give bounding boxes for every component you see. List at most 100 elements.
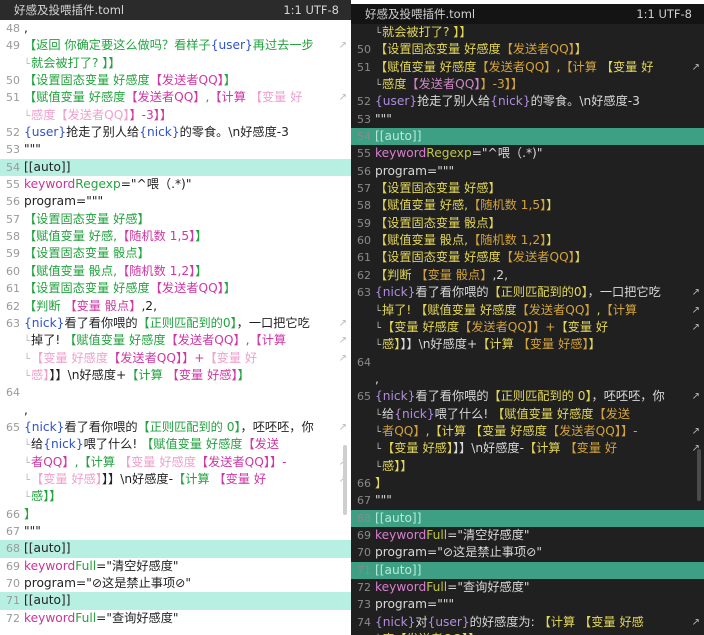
code-line[interactable]: 65 {nick}看了看你喂的【正则匹配到的 0】，呸呸呸，你 ↗ [351,388,704,405]
code-line[interactable]: 69 keywordFull="清空好感度" [0,558,351,575]
wrap-arrow-icon: ↗ [338,335,347,347]
code-line[interactable]: 59 【设置固态变量 骰点】 [0,245,351,262]
code-line[interactable]: 56 program=""" [351,163,704,180]
code-line[interactable]: 64 [0,384,351,401]
code-line[interactable]: 55 keywordRegexp="^喂（.*)" [0,176,351,193]
code-line[interactable]: └感】】 [351,458,704,475]
code-line[interactable]: └就会被打了? 】】 [0,55,351,72]
code-line[interactable]: 74 {nick}对{user}的好感度为: 【计算 【变量 好感 ↗ [351,614,704,631]
code-line[interactable]: 58 【赋值变量 好感,【随机数 1,5】】 [351,197,704,214]
line-number: 72 [357,581,371,594]
code-line[interactable]: └【变量 好感】】】\n好感度-【计算 【变量 好↗ [351,440,704,457]
editor-pane-light[interactable]: 好感及投喂插件.toml 1:1 UTF-8 48, 49 【返回 你确定要这么做吗… [0,0,351,635]
code-token: keyword [375,527,427,542]
code-line[interactable]: 51 【赋值变量 好感度【发送者QQ】,【计算 【变量 好 ↗ [0,89,351,106]
code-line[interactable]: , [0,402,351,419]
code-line[interactable]: └给{nick}喂了什么! 【赋值变量 好感度【发送 [0,436,351,453]
continuation-arrow-icon: └ [375,28,382,39]
code-line[interactable]: 62 【判断 【变量 骰点】,2, [0,298,351,315]
wrap-arrow-icon: ↗ [338,40,347,52]
code-line[interactable]: 52 {user}抢走了别人给{nick}的零食。\n好感度-3 [0,124,351,141]
code-line[interactable]: 68 [[auto]] [0,540,351,558]
code-line[interactable]: 62 【判断 【变量 骰点】,2, [351,267,704,284]
code-token: 【变量 好 [555,319,609,334]
code-line[interactable]: 54 [[auto]] [351,128,704,146]
code-line[interactable]: └【变量 好感】】】\n好感度-【计算 【变量 好↗ [0,471,351,488]
code-line[interactable]: 60 【赋值变量 骰点,【随机数 1,2】】 [351,232,704,249]
line-number: 59 [357,216,371,230]
line-text: program="⊘这是禁止事项⊘" [24,575,343,592]
code-line[interactable]: └【变量 好感度【发送者QQ】】+【变量 好 ↗ [0,350,351,367]
editor-header: 好感及投喂插件.toml 1:1 UTF-8 [0,0,351,20]
code-line[interactable]: 55 keywordRegexp="^喂（.*)" [351,145,704,162]
code-line[interactable]: └感】】】\n好感度+【计算 【变量 好感】】 [351,336,704,353]
line-number: 70 [6,577,20,590]
line-text: 【设置固态变量 好感度【发送者QQ】】 [375,249,696,266]
code-line[interactable]: 56 program=""" [0,193,351,210]
code-line[interactable]: └感】】 [0,488,351,505]
code-line[interactable]: 68 [[auto]] [351,509,704,527]
code-line[interactable]: 54 [[auto]] [0,158,351,177]
code-line[interactable]: 51 【赋值变量 好感度【发送者QQ】,【计算 【变量 好 ↗ [351,59,704,76]
code-line[interactable]: 66 】 [0,506,351,523]
code-line[interactable]: └给{nick}喂了什么! 【赋值变量 好感度【发送 [351,406,704,423]
code-area[interactable]: 48, 49 【返回 你确定要这么做吗？看样子{user}再过去一步 ↗ └就会被打了?… [0,20,351,627]
code-line[interactable]: 64 [351,354,704,371]
code-line[interactable]: └感】】】\n好感度+【计算 【变量 好感】】 [0,367,351,384]
code-token: 】 [588,337,601,352]
code-line[interactable]: 59 【设置固态变量 骰点】 [351,215,704,232]
code-line[interactable]: 61 【设置固态变量 好感度【发送者QQ】】 [0,280,351,297]
vertical-scrollbar[interactable] [343,445,347,515]
code-line[interactable]: 60 【赋值变量 骰点,【随机数 1,2】】 [0,263,351,280]
code-line[interactable]: 53 """ [351,111,704,128]
code-token: 感度 [382,77,407,92]
code-line[interactable]: 58 【赋值变量 好感,【随机数 1,5】】 [0,228,351,245]
code-line[interactable]: └感度【发送者QQ】】-3】】 [351,76,704,93]
code-line[interactable]: 70 program="⊘这是禁止事项⊘" [0,575,351,592]
code-line[interactable]: 50 【设置固态变量 好感度【发送者QQ】】 [351,41,704,58]
code-line[interactable]: 67 """ [0,523,351,540]
code-area[interactable]: └就会被打了? 】】 50 【设置固态变量 好感度【发送者QQ】】 51 【赋值变量 好… [351,24,704,635]
continuation-arrow-icon: └ [24,370,31,382]
code-line[interactable]: , [351,371,704,388]
wrap-arrow-icon: ↗ [691,61,700,73]
code-line[interactable]: └【变量 好感度【发送者QQ】】+【变量 好 ↗ [351,319,704,336]
code-token: 】 [237,367,250,382]
code-line[interactable]: 57 【设置固态变量 好感】 [351,180,704,197]
code-line[interactable]: └就会被打了? 】】 [351,24,704,41]
code-line[interactable]: 70 program="⊘这是禁止事项⊘" [351,544,704,561]
code-line[interactable]: 72 keywordFull="查询好感度" [351,579,704,596]
code-line[interactable]: 71 [[auto]] [351,561,704,579]
code-line[interactable]: 52 {user}抢走了别人给{nick}的零食。\n好感度-3 [351,93,704,110]
editor-pane-dark[interactable]: 好感及投喂插件.toml 1:1 UTF-8 └就会被打了? 】】 50 【设置固态… [351,4,704,635]
code-line[interactable]: 57 【设置固态变量 好感】 [0,211,351,228]
code-line[interactable]: 71 [[auto]] [0,592,351,610]
code-line[interactable]: 53 """ [0,141,351,158]
continuation-arrow-icon: └ [24,110,31,122]
code-line[interactable]: 72 keywordFull="查询好感度" [0,610,351,627]
line-text: {nick}看了看你喂的【正则匹配到的0】，一口把它吃 [24,315,343,332]
code-line[interactable]: 67 """ [351,492,704,509]
code-line[interactable]: └者QQ】,【计算 【变量 好感度【发送者QQ】】-↗ [0,454,351,471]
code-line[interactable]: 73 program=""" [351,596,704,613]
code-line[interactable]: 63 {nick}看了看你喂的【正则匹配到的0】，一口把它吃 ↗ [351,284,704,301]
line-number: 68 [357,511,371,525]
code-line[interactable]: 69 keywordFull="清空好感度" [351,527,704,544]
code-token: ="^喂（.*)" [120,177,192,192]
code-line[interactable]: └掉了! 【赋值变量 好感度【发送者QQ】,【计算 ↗ [0,332,351,349]
code-token: 【变量 好感】 [382,441,453,456]
code-line[interactable]: 48, [0,20,351,37]
line-number: 54 [6,160,20,174]
code-line[interactable]: 63 {nick}看了看你喂的【正则匹配到的0】，一口把它吃 ↗ [0,315,351,332]
code-line[interactable]: 50 【设置固态变量 好感度【发送者QQ】】 [0,72,351,89]
code-line[interactable]: 65 {nick}看了看你喂的【正则匹配到的 0】，呸呸呸，你 ↗ [0,419,351,436]
vertical-scrollbar[interactable] [697,449,701,501]
code-line[interactable]: └度【发送者QQ】】 [351,631,704,635]
code-line[interactable]: 61 【设置固态变量 好感度【发送者QQ】】 [351,249,704,266]
code-line[interactable]: └者QQ】,【计算 【变量 好感度【发送者QQ】】-↗ [351,423,704,440]
code-line[interactable]: └掉了! 【赋值变量 好感度【发送者QQ】,【计算 ↗ [351,302,704,319]
code-line[interactable]: └感度【发送者QQ】】-3】】 [0,107,351,124]
code-token: 【设置固态变量 好感度 [24,73,150,88]
code-line[interactable]: 49 【返回 你确定要这么做吗？看样子{user}再过去一步 ↗ [0,37,351,54]
code-line[interactable]: 66 】 [351,475,704,492]
